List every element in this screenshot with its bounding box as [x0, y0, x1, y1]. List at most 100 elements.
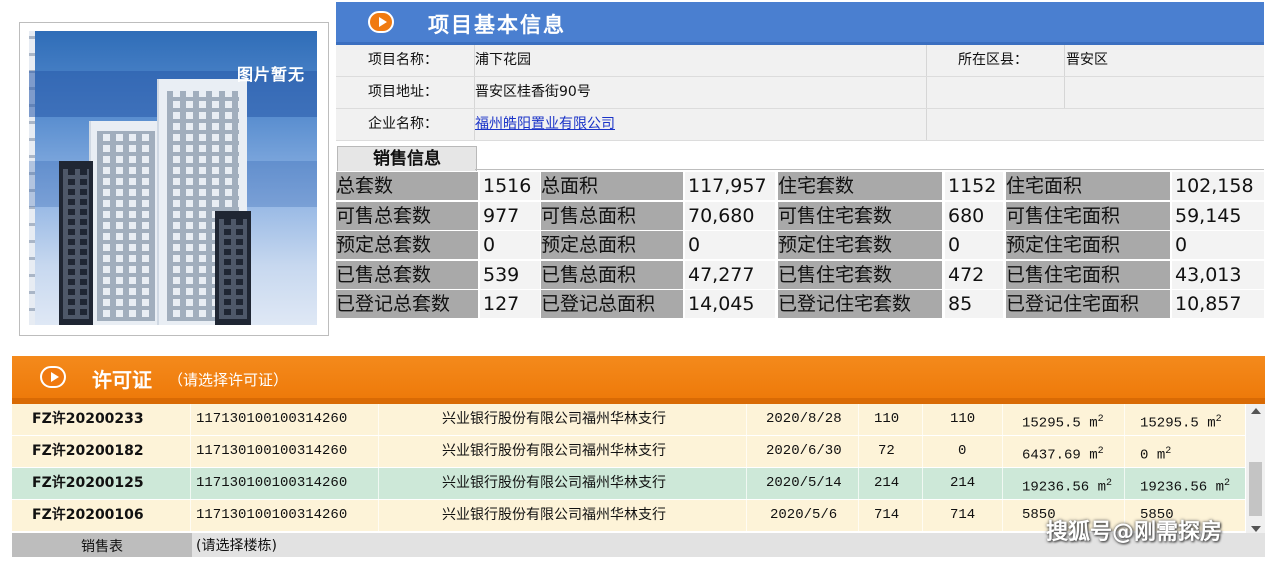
divider	[746, 436, 747, 467]
divider	[1002, 468, 1003, 499]
area-value: 19236.56	[1140, 479, 1216, 496]
divider	[1002, 404, 1003, 435]
divider	[926, 45, 927, 76]
area-unit: m	[1089, 415, 1098, 432]
sales-row: 预定总套数 0 预定总面积 0 预定住宅套数 0 预定住宅面积 0	[336, 231, 1264, 260]
divider	[190, 436, 191, 467]
sales-value: 0	[1172, 231, 1264, 260]
divider	[858, 436, 859, 467]
permit-row[interactable]: FZ许20200233 117130100100314260 兴业银行股份有限公司福…	[12, 404, 1245, 435]
permit-total-units: 214	[874, 475, 900, 491]
project-info-header: 项目基本信息	[336, 2, 1264, 42]
sales-row: 可售总套数 977 可售总面积 70,680 可售住宅套数 680 可售住宅面积 59,145	[336, 201, 1264, 231]
permit-total-units: 714	[874, 507, 900, 523]
divider	[922, 468, 923, 499]
divider	[1002, 500, 1003, 531]
project-info-title: 项目基本信息	[428, 13, 566, 37]
divider	[1002, 436, 1003, 467]
sales-label: 已登记总面积	[541, 290, 683, 319]
watermark-text: 搜狐号@刚需探房	[1046, 520, 1223, 545]
scroll-thumb[interactable]	[1249, 462, 1262, 516]
building-windows	[63, 169, 89, 319]
sales-label: 已售总面积	[541, 260, 683, 289]
sales-label: 可售总套数	[336, 201, 478, 230]
area-value: 19236.56	[1022, 479, 1098, 496]
permit-date: 2020/5/6	[770, 507, 838, 523]
building-left	[89, 121, 161, 325]
info-row-company: 企业名称： 福州皓阳置业有限公司	[336, 109, 1264, 141]
permit-bank: 兴业银行股份有限公司福州华林支行	[442, 411, 666, 427]
permit-date: 2020/8/28	[766, 411, 842, 427]
county-label: 所在区县：	[958, 52, 1028, 68]
permit-row[interactable]: FZ许20200125 117130100100314260 兴业银行股份有限公司福…	[12, 468, 1245, 499]
divider	[746, 404, 747, 435]
area-value: 0	[1140, 447, 1157, 464]
divider	[1124, 468, 1125, 499]
permit-row[interactable]: FZ许20200182 117130100100314260 兴业银行股份有限公司福…	[12, 436, 1245, 467]
divider	[926, 77, 927, 108]
sales-label: 已登记住宅套数	[778, 290, 942, 319]
sales-row: 总套数 1516 总面积 117,957 住宅套数 1152 住宅面积 102,158	[336, 172, 1264, 201]
area-value: 6437.69	[1022, 447, 1090, 464]
sales-value: 70,680	[685, 201, 775, 230]
building-windows	[219, 219, 247, 319]
divider	[922, 404, 923, 435]
permit-area-available: 15295.5 m2	[1140, 404, 1222, 435]
sales-value: 127	[480, 290, 540, 319]
divider	[1124, 436, 1125, 467]
sales-value: 0	[945, 231, 1003, 260]
area-value: 15295.5	[1022, 415, 1090, 432]
divider	[746, 468, 747, 499]
permit-scrollbar[interactable]	[1246, 404, 1265, 538]
sales-label: 已售住宅套数	[778, 260, 942, 289]
permit-id: FZ许20200125	[32, 475, 144, 491]
company-link[interactable]: 福州皓阳置业有限公司	[475, 109, 615, 140]
area-unit-exponent: 2	[1165, 446, 1172, 457]
sales-value: 47,277	[685, 260, 775, 289]
permit-total-units: 110	[874, 411, 900, 427]
divider	[1064, 77, 1065, 108]
building-dark	[59, 161, 93, 325]
sales-label: 预定总套数	[336, 231, 478, 260]
sales-label: 预定总面积	[541, 231, 683, 260]
building-windows	[97, 131, 155, 321]
permit-area-total: 19236.56 m2	[1022, 468, 1112, 499]
permit-area-available: 19236.56 m2	[1140, 468, 1230, 499]
permit-id: FZ许20200182	[32, 443, 144, 459]
building-select-hint[interactable]: (请选择楼栋)	[196, 533, 277, 559]
permit-area-total: 15295.5 m2	[1022, 404, 1104, 435]
divider	[1124, 404, 1125, 435]
divider	[922, 500, 923, 531]
sales-value: 102,158	[1172, 172, 1264, 200]
permit-available-units: 714	[950, 507, 976, 523]
sales-label: 住宅套数	[778, 172, 942, 200]
sales-info-tab[interactable]: 销售信息	[337, 146, 477, 171]
sales-value: 539	[480, 260, 540, 289]
sales-row: 已售总套数 539 已售总面积 47,277 已售住宅套数 472 已售住宅面积 43,013	[336, 260, 1264, 290]
scroll-down-icon[interactable]	[1251, 526, 1261, 532]
sales-value: 10,857	[1172, 290, 1264, 319]
permit-total-units: 72	[878, 443, 895, 459]
play-circle-icon	[40, 366, 66, 388]
county-value: 晋安区	[1066, 52, 1108, 68]
area-value: 15295.5	[1140, 415, 1208, 432]
sales-label: 总套数	[336, 172, 478, 200]
project-photo: 图片暂无	[29, 31, 317, 325]
sales-value: 14,045	[685, 290, 775, 319]
photo-placeholder-label: 图片暂无	[236, 65, 305, 84]
area-unit: m	[1207, 415, 1216, 432]
permit-available-units: 0	[958, 443, 967, 459]
permit-date: 2020/5/14	[766, 475, 842, 491]
divider	[378, 404, 379, 435]
sales-value: 43,013	[1172, 260, 1264, 289]
sales-value: 680	[945, 201, 1003, 230]
divider	[378, 468, 379, 499]
sales-label: 住宅面积	[1006, 172, 1170, 200]
area-unit-exponent: 2	[1106, 478, 1113, 489]
project-name-label: 项目名称：	[368, 52, 438, 68]
divider	[926, 109, 927, 140]
scroll-up-icon[interactable]	[1251, 408, 1261, 414]
permit-area-total: 6437.69 m2	[1022, 436, 1104, 467]
sales-value: 59,145	[1172, 201, 1264, 230]
area-unit: m	[1156, 447, 1166, 464]
